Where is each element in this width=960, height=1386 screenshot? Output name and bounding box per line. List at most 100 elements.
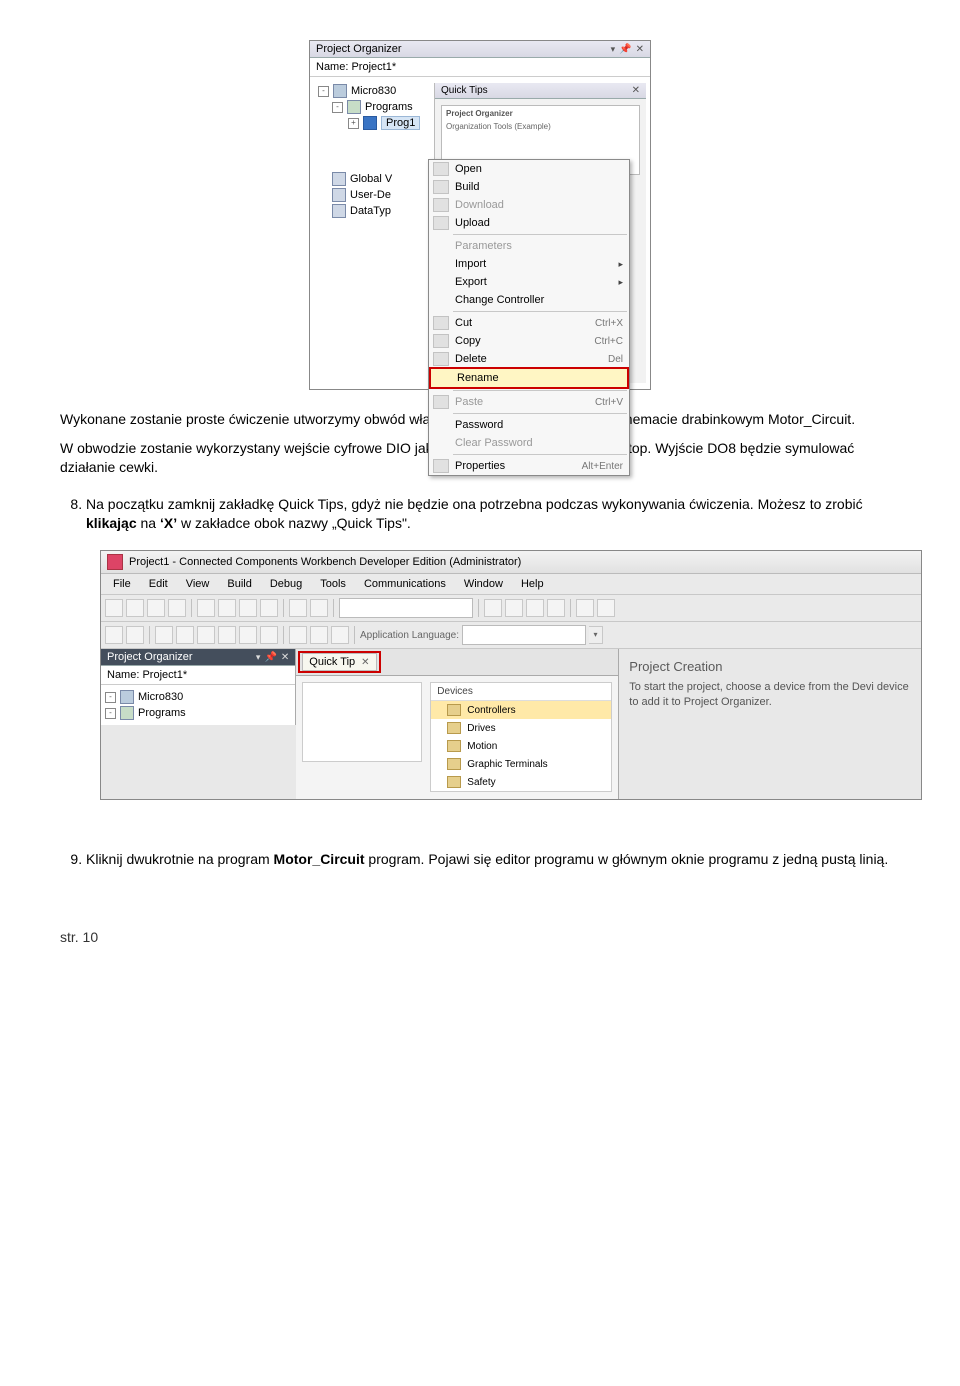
- context-menu-item-open[interactable]: Open: [429, 160, 629, 178]
- panel-dropdown-icon[interactable]: ▾: [256, 652, 261, 663]
- step9-bold: Motor_Circuit: [274, 851, 365, 867]
- context-menu-item-export[interactable]: Export▸: [429, 273, 629, 291]
- toolbar-button[interactable]: [576, 599, 594, 617]
- menu-item-icon: [433, 180, 449, 194]
- close-icon[interactable]: ✕: [632, 85, 640, 96]
- tree-expander-icon[interactable]: -: [105, 708, 116, 719]
- toolbar-button[interactable]: [176, 626, 194, 644]
- toolbar-button[interactable]: [310, 599, 328, 617]
- toolbar-button[interactable]: [526, 599, 544, 617]
- pin-icon[interactable]: 📌: [619, 44, 631, 55]
- toolbar-button[interactable]: [239, 626, 257, 644]
- tree-expander-icon[interactable]: -: [332, 102, 343, 113]
- toolbar-button[interactable]: [484, 599, 502, 617]
- tree-root[interactable]: Micro830: [138, 691, 183, 703]
- toolbar-button[interactable]: [597, 599, 615, 617]
- toolbar-button[interactable]: [547, 599, 565, 617]
- toolbar-separator: [191, 599, 192, 617]
- controller-icon: [120, 690, 134, 704]
- toolbar-button[interactable]: [218, 626, 236, 644]
- context-menu-item-build[interactable]: Build: [429, 178, 629, 196]
- menu-communications[interactable]: Communications: [356, 576, 454, 592]
- toolbar-separator: [354, 626, 355, 644]
- menu-window[interactable]: Window: [456, 576, 511, 592]
- name-value: Project1*: [351, 61, 396, 73]
- close-icon[interactable]: ✕: [636, 44, 644, 55]
- toolbar-button[interactable]: [126, 626, 144, 644]
- context-menu-item-upload[interactable]: Upload: [429, 214, 629, 232]
- toolbar-button[interactable]: [260, 626, 278, 644]
- tips-panel-text: Organization Tools (Example): [446, 123, 635, 132]
- menu-view[interactable]: View: [178, 576, 218, 592]
- application-language-field[interactable]: [462, 625, 586, 645]
- tree-expander-icon[interactable]: -: [318, 86, 329, 97]
- category-label: Motion: [467, 741, 497, 752]
- dropdown-icon[interactable]: ▾: [589, 626, 603, 644]
- step8-bold: klikając: [86, 515, 137, 531]
- menu-bar[interactable]: FileEditViewBuildDebugToolsCommunication…: [101, 574, 921, 595]
- context-menu-item-rename[interactable]: Rename: [431, 369, 627, 387]
- context-menu-item-properties[interactable]: PropertiesAlt+Enter: [429, 457, 629, 475]
- toolbar-button[interactable]: [260, 599, 278, 617]
- menu-item-label: Download: [455, 199, 504, 211]
- toolbar-button[interactable]: [197, 599, 215, 617]
- context-menu-item-cut[interactable]: CutCtrl+X: [429, 314, 629, 332]
- category-item-drives[interactable]: Drives: [431, 719, 611, 737]
- menu-file[interactable]: File: [105, 576, 139, 592]
- category-swatch-icon: [447, 740, 461, 752]
- context-menu-item-delete[interactable]: DeleteDel: [429, 350, 629, 368]
- context-menu-item-password[interactable]: Password: [429, 416, 629, 434]
- category-item-controllers[interactable]: Controllers: [431, 701, 611, 719]
- close-icon[interactable]: ✕: [361, 657, 369, 668]
- quick-tips-tab[interactable]: Quick Tip ✕: [302, 653, 376, 671]
- toolbar-button[interactable]: [239, 599, 257, 617]
- category-item-safety[interactable]: Safety: [431, 773, 611, 791]
- toolbar-button[interactable]: [168, 599, 186, 617]
- menu-item-icon: [433, 257, 449, 271]
- tree-programs[interactable]: Programs: [138, 707, 186, 719]
- toolbar-button[interactable]: [289, 626, 307, 644]
- toolbar-button[interactable]: [218, 599, 236, 617]
- toolbar-button[interactable]: [197, 626, 215, 644]
- tree-datatype[interactable]: DataTyp: [350, 205, 391, 217]
- toolbar-button[interactable]: [505, 599, 523, 617]
- project-tree[interactable]: - Micro830 - Programs: [101, 685, 295, 725]
- toolbar-button[interactable]: [155, 626, 173, 644]
- tree-program-selected[interactable]: Prog1: [381, 116, 420, 130]
- toolbar-button[interactable]: [126, 599, 144, 617]
- toolbar-button[interactable]: [147, 599, 165, 617]
- menu-help[interactable]: Help: [513, 576, 552, 592]
- category-item-graphic-terminals[interactable]: Graphic Terminals: [431, 755, 611, 773]
- menu-debug[interactable]: Debug: [262, 576, 310, 592]
- tree-programs[interactable]: Programs: [365, 101, 413, 113]
- quick-tips-tab-label[interactable]: Quick Tips: [441, 85, 488, 96]
- tree-expander-icon[interactable]: -: [105, 692, 116, 703]
- toolbar-button[interactable]: [105, 599, 123, 617]
- toolbar-button[interactable]: [289, 599, 307, 617]
- context-menu-item-clear-password: Clear Password: [429, 434, 629, 452]
- toolbar-button[interactable]: [331, 626, 349, 644]
- context-menu[interactable]: OpenBuildDownloadUploadParametersImport▸…: [428, 159, 630, 476]
- context-menu-item-import[interactable]: Import▸: [429, 255, 629, 273]
- tree-global[interactable]: Global V: [350, 173, 392, 185]
- close-icon[interactable]: ✕: [281, 652, 289, 663]
- context-menu-item-change-controller[interactable]: Change Controller: [429, 291, 629, 309]
- tree-userdef[interactable]: User-De: [350, 189, 391, 201]
- menu-item-icon: [433, 275, 449, 289]
- context-menu-item-copy[interactable]: CopyCtrl+C: [429, 332, 629, 350]
- toolbar-button[interactable]: [105, 626, 123, 644]
- tree-root[interactable]: Micro830: [351, 85, 396, 97]
- toolbar-button[interactable]: [310, 626, 328, 644]
- panel-dropdown-icon[interactable]: ▾: [611, 44, 616, 55]
- category-item-motion[interactable]: Motion: [431, 737, 611, 755]
- project-tree[interactable]: - Micro830 - Programs + Prog1: [314, 83, 434, 383]
- menu-item-icon: [433, 352, 449, 366]
- menu-edit[interactable]: Edit: [141, 576, 176, 592]
- pin-icon[interactable]: 📌: [264, 652, 276, 663]
- menu-build[interactable]: Build: [219, 576, 259, 592]
- menu-tools[interactable]: Tools: [312, 576, 354, 592]
- menu-item-icon: [433, 198, 449, 212]
- toolbar-search-field[interactable]: [339, 598, 473, 618]
- tab-strip: Quick Tip ✕: [296, 649, 618, 676]
- tree-expander-icon[interactable]: +: [348, 118, 359, 129]
